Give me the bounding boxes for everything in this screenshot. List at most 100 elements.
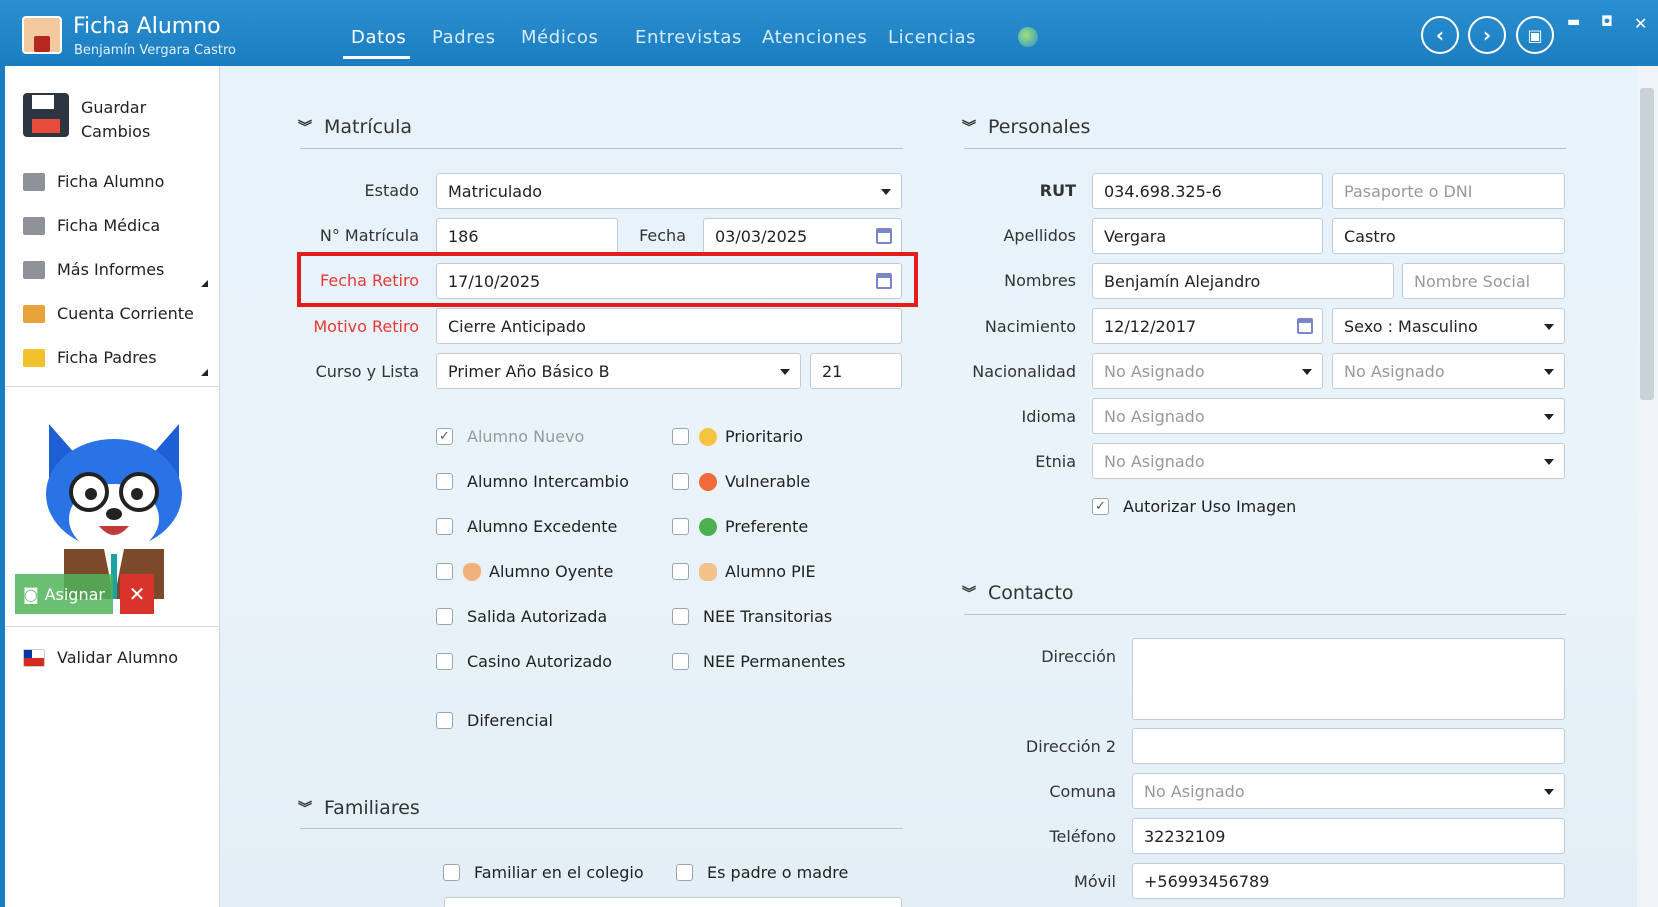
active-tab-indicator [343,56,410,59]
alumno-excedente-checkbox[interactable]: Alumno Excedente [436,517,617,536]
alumno-pie-checkbox[interactable]: Alumno PIE [672,562,816,581]
section-title: Familiares [324,797,420,819]
sidebar-item-mas-informes[interactable]: Más Informes [23,260,164,279]
calendar-icon[interactable] [876,228,892,244]
next-button[interactable]: › [1468,16,1506,54]
sidebar-item-ficha-medica[interactable]: Ficha Médica [23,216,160,235]
nombres-field[interactable]: Benjamín Alejandro [1092,263,1394,299]
remove-photo-button[interactable]: ✕ [120,574,154,614]
curso-select[interactable]: Primer Año Básico B [436,353,801,389]
checkbox-box [672,518,689,535]
camera-icon: ◙ [23,584,39,604]
alumno-nuevo-checkbox[interactable]: ✓ Alumno Nuevo [436,427,584,446]
maximize-icon[interactable]: ◘ [1601,14,1613,30]
previous-button[interactable]: ‹ [1421,16,1459,54]
alumno-intercambio-checkbox[interactable]: Alumno Intercambio [436,472,629,491]
validate-student-button[interactable]: Validar Alumno [23,648,178,667]
etnia-label: Etnia [1035,452,1076,471]
checkbox-box [436,473,453,490]
save-changes-button[interactable]: Guardar Cambios [81,96,161,144]
globe-icon[interactable] [1018,27,1038,47]
motivo-retiro-label: Motivo Retiro [313,317,419,336]
minimize-icon[interactable]: ▬ [1567,14,1580,30]
section-familiares-header[interactable]: ︾ Familiares [298,797,420,819]
expand-triangle-icon[interactable] [201,369,208,376]
preferente-checkbox[interactable]: Preferente [672,517,808,536]
diferencial-checkbox[interactable]: Diferencial [436,711,553,730]
direccion-2-label: Dirección 2 [1025,737,1116,756]
salida-autorizada-checkbox[interactable]: Salida Autorizada [436,607,607,626]
section-title: Personales [988,116,1091,138]
nacionalidad-label: Nacionalidad [972,362,1076,381]
tab-atenciones[interactable]: Atenciones [762,27,867,48]
padre-madre-checkbox[interactable]: Es padre o madre [676,863,848,882]
divider [5,386,220,387]
nombre-social-field[interactable]: Nombre Social [1402,263,1565,299]
nacionalidad-2-select[interactable]: No Asignado [1332,353,1565,389]
sidebar-item-cuenta-corriente[interactable]: Cuenta Corriente [23,304,194,323]
movil-field[interactable]: +56993456789 [1132,863,1565,899]
etnia-select[interactable]: No Asignado [1092,443,1565,479]
checkbox-label: Alumno Excedente [467,517,618,536]
calendar-icon[interactable] [1297,318,1313,334]
movil-label: Móvil [1074,872,1116,891]
checkbox-label: Alumno Nuevo [467,427,585,446]
pasaporte-field[interactable]: Pasaporte o DNI [1332,173,1565,209]
sidebar-item-ficha-alumno[interactable]: Ficha Alumno [23,172,164,191]
checkbox-label: Alumno Oyente [489,562,614,581]
comuna-select[interactable]: No Asignado [1132,773,1565,809]
motivo-retiro-field[interactable]: Cierre Anticipado [436,308,902,344]
nee-transitorias-checkbox[interactable]: NEE Transitorias [672,607,832,626]
checkbox-label: Es padre o madre [707,863,849,882]
scrollbar-thumb[interactable] [1640,88,1654,400]
highlight-box [297,252,918,307]
section-personales-header[interactable]: ︾ Personales [962,116,1090,138]
section-contacto-header[interactable]: ︾ Contacto [962,582,1074,604]
nacionalidad-select[interactable]: No Asignado [1092,353,1323,389]
close-icon[interactable]: ✕ [1634,14,1647,33]
tab-datos[interactable]: Datos [351,27,406,48]
title-bar: Ficha Alumno Benjamín Vergara Castro Dat… [0,0,1658,66]
tab-entrevistas[interactable]: Entrevistas [635,27,742,48]
rut-field[interactable]: 034.698.325-6 [1092,173,1323,209]
lista-number-field[interactable]: 21 [810,353,902,389]
familiar-colegio-checkbox[interactable]: Familiar en el colegio [443,863,644,882]
nee-permanentes-checkbox[interactable]: NEE Permanentes [672,652,845,671]
tab-padres[interactable]: Padres [432,27,496,48]
apellido-paterno-field[interactable]: Vergara [1092,218,1323,254]
checkbox-box [436,608,453,625]
direccion-2-field[interactable] [1132,728,1565,764]
vulnerable-checkbox[interactable]: Vulnerable [672,472,810,491]
floppy-disk-icon[interactable] [23,93,69,137]
direccion-field[interactable] [1132,638,1565,720]
checkbox-checked-icon: ✓ [1092,498,1109,515]
nombres-label: Nombres [1004,271,1076,290]
assign-photo-button[interactable]: ◙ Asignar [15,574,113,614]
tab-medicos[interactable]: Médicos [521,27,599,48]
apellido-materno-field[interactable]: Castro [1332,218,1565,254]
sidebar-item-ficha-padres[interactable]: Ficha Padres [23,348,157,367]
checkbox-label: Familiar en el colegio [474,863,644,882]
save-icon-button[interactable]: ▣ [1516,16,1554,54]
prioritario-checkbox[interactable]: Prioritario [672,427,803,446]
idioma-select[interactable]: No Asignado [1092,398,1565,434]
expand-triangle-icon[interactable] [201,280,208,287]
sexo-select[interactable]: Sexo : Masculino [1332,308,1565,344]
checkbox-label: Alumno Intercambio [467,472,629,491]
collapse-chevron-icon: ︾ [298,120,312,136]
estado-select[interactable]: Matriculado [436,173,902,209]
section-matricula-header[interactable]: ︾ Matrícula [298,116,412,138]
tab-licencias[interactable]: Licencias [888,27,976,48]
nacimiento-field[interactable]: 12/12/2017 [1092,308,1323,344]
matricula-number-field[interactable]: 186 [436,218,618,254]
printer-icon [23,172,45,191]
matricula-number-label: N° Matrícula [319,226,419,245]
alumno-oyente-checkbox[interactable]: Alumno Oyente [436,562,613,581]
telefono-field[interactable]: 32232109 [1132,818,1565,854]
familiar-field[interactable] [444,897,902,907]
checkbox-box [672,428,689,445]
autorizar-imagen-checkbox[interactable]: ✓ Autorizar Uso Imagen [1092,497,1296,516]
casino-autorizado-checkbox[interactable]: Casino Autorizado [436,652,612,671]
checkbox-box [676,864,693,881]
fecha-field[interactable]: 03/03/2025 [703,218,902,254]
